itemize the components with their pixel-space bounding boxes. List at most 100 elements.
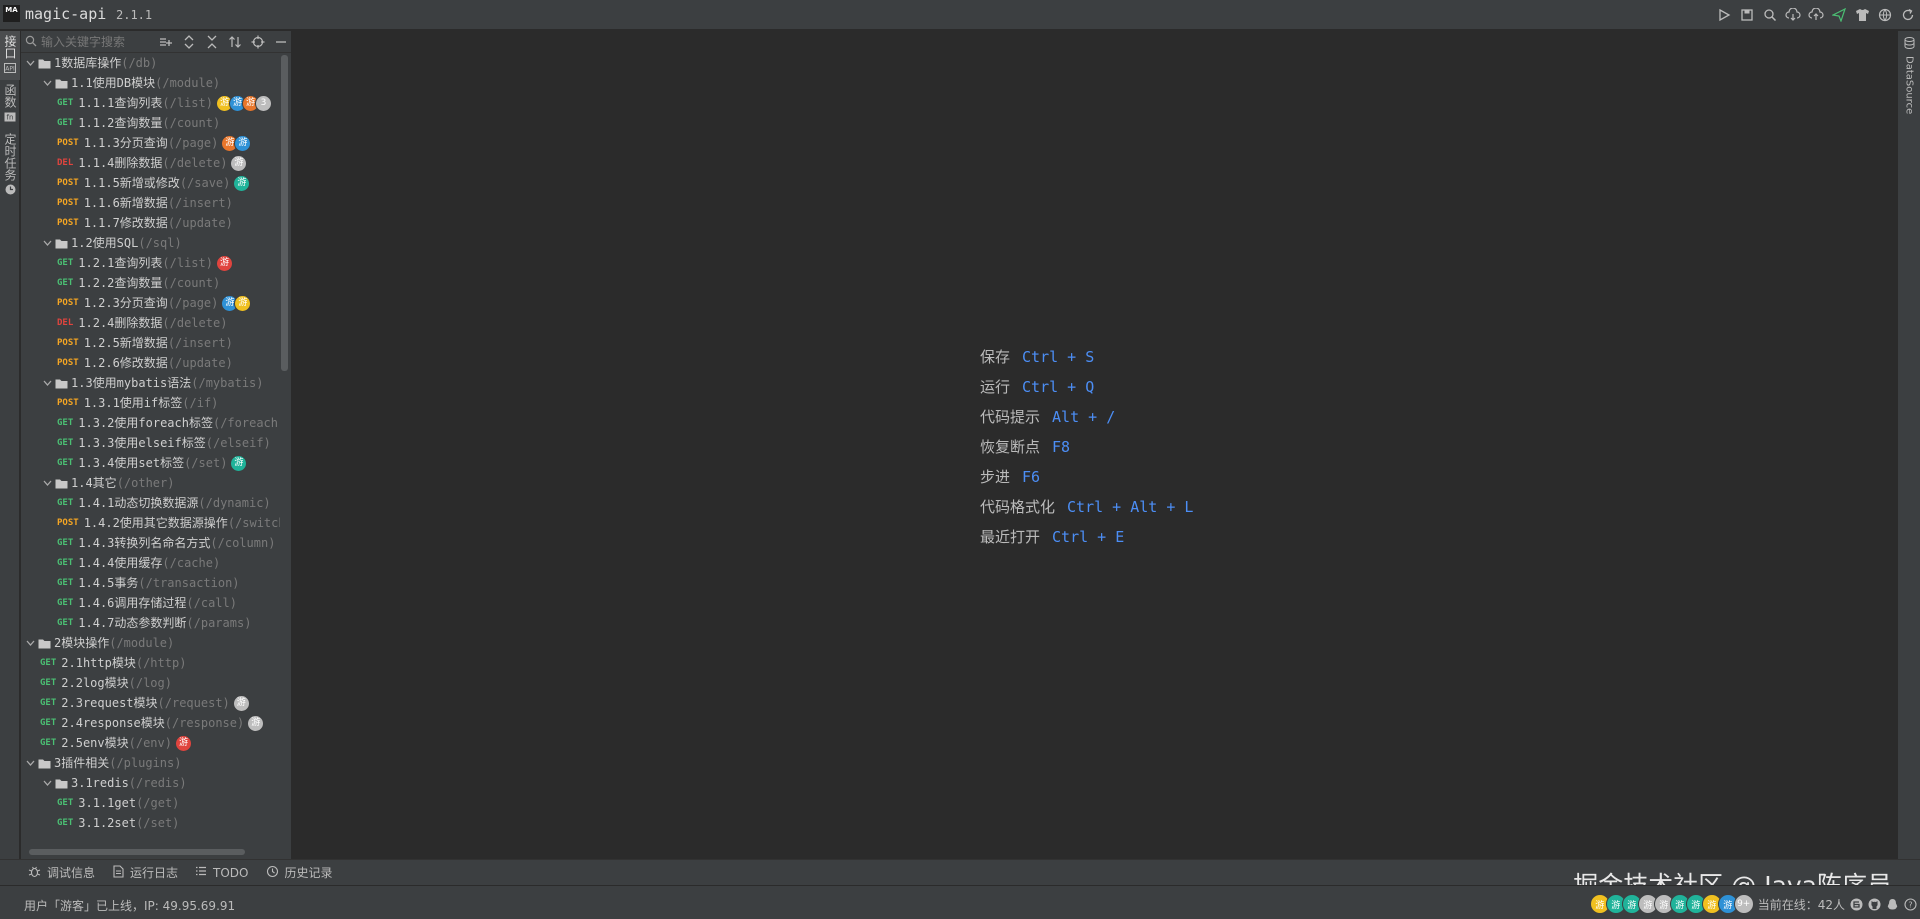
tree-api-item[interactable]: GET 1.3.4使用set标签 (/set) 游 [21,453,280,473]
tab-history[interactable]: 历史记录 [266,864,333,881]
tree-folder[interactable]: 3.2mongo(/mongo) [21,833,280,835]
tree-api-item[interactable]: GET 2.3request模块 (/request) 游 [21,693,280,713]
tree-api-item[interactable]: GET 2.4response模块 (/response) 游 [21,713,280,733]
tree-api-item[interactable]: GET 1.1.1查询列表 (/list) 游游游 3 [21,93,280,113]
http-method-badge: GET [40,718,57,728]
tree-api-item[interactable]: GET 1.3.3使用elseif标签 (/elseif) [21,433,280,453]
add-group-icon[interactable] [156,33,176,51]
tree-api-item[interactable]: DEL 1.1.4删除数据 (/delete) 游 [21,153,280,173]
search-input[interactable] [41,33,171,50]
chevron-down-icon[interactable] [40,833,54,835]
tab-api[interactable]: 接口 API [0,31,20,80]
tree-api-item[interactable]: GET 1.2.1查询列表 (/list) 游 [21,253,280,273]
push-icon[interactable] [1829,5,1849,25]
qq-icon[interactable] [1885,897,1900,912]
tree-api-item[interactable]: POST 1.1.3分页查询 (/page) 游游 [21,133,280,153]
expand-all-icon[interactable] [179,33,199,51]
tree-horizontal-scrollbar[interactable] [29,849,245,855]
gitee-icon[interactable] [1849,897,1864,912]
tree-api-item[interactable]: POST 1.1.7修改数据 (/update) [21,213,280,233]
sort-icon[interactable] [225,33,245,51]
svg-text:?: ? [1908,900,1912,909]
minimize-icon[interactable] [271,33,291,51]
chevron-down-icon[interactable] [40,773,54,793]
skin-icon[interactable] [1852,5,1872,25]
editor-area[interactable]: 保存 Ctrl + S 运行 Ctrl + Q 代码提示 Alt + / 恢复断点 F8 步进 F… [292,31,1897,859]
avatar[interactable]: 游 [247,714,265,732]
chevron-down-icon[interactable] [40,233,54,253]
tree-folder[interactable]: 3插件相关 (/plugins) [21,753,280,773]
tab-todo[interactable]: TODO [195,864,249,881]
run-icon[interactable] [1714,5,1734,25]
tab-function[interactable]: 函数 fn [0,80,20,129]
refresh-icon[interactable] [1898,5,1918,25]
github-icon[interactable] [1867,897,1882,912]
tree-api-item[interactable]: POST 1.2.5新增数据 (/insert) [21,333,280,353]
tree-folder[interactable]: 1.4其它 (/other) [21,473,280,493]
avatar[interactable]: 游 [234,134,252,152]
tree-vertical-scrollbar[interactable] [281,55,288,371]
avatar[interactable]: 游 [233,174,251,192]
tree-api-item[interactable]: GET 1.2.2查询数量 (/count) [21,273,280,293]
tree-folder[interactable]: 3.1redis (/redis) [21,773,280,793]
tree-api-item[interactable]: POST 1.2.3分页查询 (/page) 游游 [21,293,280,313]
avatar[interactable]: 游 [234,294,252,312]
tree-folder[interactable]: 1数据库操作 (/db) [21,53,280,73]
tree-api-item[interactable]: GET 1.4.1动态切换数据源 (/dynamic) [21,493,280,513]
upload-icon[interactable] [1806,5,1826,25]
log-icon [112,864,124,881]
tree-api-item[interactable]: GET 2.1http模块 (/http) [21,653,280,673]
search-icon[interactable] [1760,5,1780,25]
chevron-down-icon[interactable] [23,53,37,73]
chevron-down-icon[interactable] [40,373,54,393]
tree-api-item[interactable]: POST 1.1.6新增数据 (/insert) [21,193,280,213]
chevron-down-icon[interactable] [23,633,37,653]
tree-api-item[interactable]: GET 1.4.4使用缓存 (/cache) [21,553,280,573]
tree-api-item[interactable]: GET 1.1.2查询数量 (/count) [21,113,280,133]
avatar[interactable]: 游 [230,454,248,472]
editing-users: 游 [230,454,248,472]
avatar[interactable]: 游 [215,254,233,272]
avatar[interactable]: 游 [230,154,248,172]
tree-folder[interactable]: 1.2使用SQL (/sql) [21,233,280,253]
tree-api-item[interactable]: GET 2.2log模块 (/log) [21,673,280,693]
tree-folder[interactable]: 2模块操作 (/module) [21,633,280,653]
tree-folder[interactable]: 1.1使用DB模块 (/module) [21,73,280,93]
tree-folder[interactable]: 1.3使用mybatis语法 (/mybatis) [21,373,280,393]
tab-datasource[interactable]: DataSource [1900,37,1918,114]
avatar[interactable]: 游 [174,734,192,752]
tree-api-item[interactable]: POST 1.1.5新增或修改 (/save) 游 [21,173,280,193]
help-icon[interactable]: ? [1903,897,1918,912]
tab-debug-info[interactable]: 调试信息 [28,864,95,881]
tree-api-item[interactable]: GET 1.4.7动态参数判断 (/params) [21,613,280,633]
tree-item-path: (/http) [135,656,187,670]
tree-api-item[interactable]: GET 1.4.5事务 (/transaction) [21,573,280,593]
tree-api-item[interactable]: GET 1.4.3转换列名命名方式 (/column) [21,533,280,553]
shortcut-label: 最近打开 [980,528,1041,546]
tree-api-item[interactable]: GET 3.1.2set (/set) [21,813,280,833]
tree-api-item[interactable]: POST 1.2.6修改数据 (/update) [21,353,280,373]
language-icon[interactable] [1875,5,1895,25]
chevron-down-icon[interactable] [23,753,37,773]
download-icon[interactable] [1783,5,1803,25]
tree-api-item[interactable]: POST 1.3.1使用if标签 (/if) [21,393,280,413]
tab-schedule[interactable]: 定时任务 [0,129,20,202]
tree-api-item[interactable]: GET 1.4.6调用存储过程 (/call) [21,593,280,613]
avatar[interactable]: 游 [232,694,250,712]
locate-icon[interactable] [248,33,268,51]
chevron-down-icon[interactable] [40,73,54,93]
collapse-all-icon[interactable] [202,33,222,51]
tree-api-item[interactable]: GET 3.1.1get (/get) [21,793,280,813]
tree-api-item[interactable]: GET 2.5env模块 (/env) 游 [21,733,280,753]
tree-item-path: (/list) [162,256,213,270]
tab-run-log[interactable]: 运行日志 [112,864,178,881]
tree-api-item[interactable]: DEL 1.2.4删除数据 (/delete) [21,313,280,333]
editing-users: 游 [232,694,250,712]
online-avatar[interactable]: 9+ [1733,894,1754,914]
tree-api-item[interactable]: GET 1.3.2使用foreach标签 (/foreach) [21,413,280,433]
chevron-down-icon[interactable] [40,473,54,493]
editing-users: 游 [215,254,233,272]
tree-api-item[interactable]: POST 1.4.2使用其它数据源操作(/switch) [21,513,280,533]
avatar[interactable]: 3 [254,94,272,112]
save-icon[interactable] [1737,5,1757,25]
